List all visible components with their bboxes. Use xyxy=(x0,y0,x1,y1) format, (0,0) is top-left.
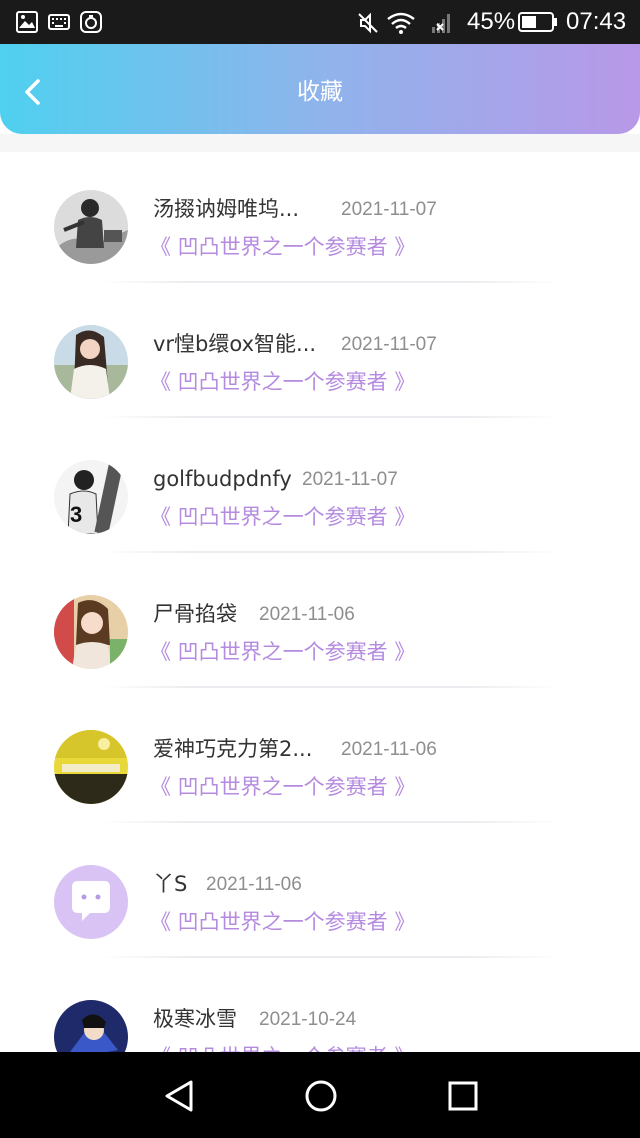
wifi-icon xyxy=(387,12,415,34)
list-item[interactable]: 爱神巧克力第2... 2021-11-06 《 凹凸世界之一个参赛者 》 xyxy=(0,692,640,827)
divider xyxy=(100,281,560,283)
divider xyxy=(100,956,560,958)
work-title[interactable]: 《 凹凸世界之一个参赛者 》 xyxy=(150,639,415,665)
favorite-date: 2021-11-07 xyxy=(341,334,437,355)
work-title[interactable]: 《 凹凸世界之一个参赛者 》 xyxy=(150,504,415,530)
back-triangle-icon[interactable] xyxy=(157,1074,201,1118)
chat-bubble-icon xyxy=(54,865,128,939)
favorite-date: 2021-11-07 xyxy=(302,469,398,490)
work-title[interactable]: 《 凹凸世界之一个参赛者 》 xyxy=(150,909,415,935)
list-item[interactable]: vr惶b缳ox智能... 2021-11-07 《 凹凸世界之一个参赛者 》 xyxy=(0,287,640,422)
list-item[interactable]: 尸骨掐袋 2021-11-06 《 凹凸世界之一个参赛者 》 xyxy=(0,557,640,692)
header-gap xyxy=(0,134,640,152)
divider xyxy=(100,821,560,823)
list-item[interactable]: 丫S 2021-11-06 《 凹凸世界之一个参赛者 》 xyxy=(0,827,640,962)
mute-icon xyxy=(358,12,378,34)
divider xyxy=(100,416,560,418)
divider xyxy=(100,551,560,553)
image-icon xyxy=(16,11,38,33)
favorite-date: 2021-11-06 xyxy=(341,739,437,760)
user-name: vr惶b缳ox智能... xyxy=(153,332,317,356)
avatar xyxy=(54,595,128,669)
user-name: 汤掇讷姆唯坞... xyxy=(153,197,300,221)
user-name: golfbudpdnfy xyxy=(153,467,292,491)
user-name: 尸骨掐袋 xyxy=(153,602,237,626)
work-title[interactable]: 《 凹凸世界之一个参赛者 》 xyxy=(150,774,415,800)
system-nav-bar xyxy=(0,1052,640,1138)
list-item[interactable]: 极寒冰雪 2021-10-24 《 凹凸世界之一个参赛者 》 xyxy=(0,962,640,1052)
divider xyxy=(100,686,560,688)
work-title[interactable]: 《 凹凸世界之一个参赛者 》 xyxy=(150,234,415,260)
no-signal-icon xyxy=(432,14,450,33)
svg-text:3: 3 xyxy=(70,502,82,527)
app-notification-icon xyxy=(80,11,102,33)
battery-icon xyxy=(518,12,557,32)
recents-square-icon[interactable] xyxy=(441,1074,485,1118)
page-title: 收藏 xyxy=(297,79,343,105)
list-item[interactable]: 汤掇讷姆唯坞... 2021-11-07 《 凹凸世界之一个参赛者 》 xyxy=(0,152,640,287)
user-name: 爱神巧克力第2... xyxy=(153,737,313,761)
list-item[interactable]: 3 golfbudpdnfy 2021-11-07 《 凹凸世界之一个参赛者 》 xyxy=(0,422,640,557)
avatar xyxy=(54,325,128,399)
clock-time: 07:43 xyxy=(566,8,627,35)
header-bar: 收藏 xyxy=(0,44,640,134)
avatar xyxy=(54,1000,128,1052)
favorite-date: 2021-11-06 xyxy=(206,874,302,895)
user-name: 极寒冰雪 xyxy=(153,1007,237,1031)
avatar xyxy=(54,730,128,804)
avatar xyxy=(54,190,128,264)
battery-percent: 45% xyxy=(467,8,516,35)
favorite-date: 2021-11-06 xyxy=(259,604,355,625)
status-bar: 45% 07:43 xyxy=(0,0,640,44)
favorite-date: 2021-11-07 xyxy=(341,199,437,220)
avatar: 3 xyxy=(54,460,128,534)
favorite-date: 2021-10-24 xyxy=(259,1009,357,1030)
work-title[interactable]: 《 凹凸世界之一个参赛者 》 xyxy=(150,1044,415,1052)
work-title[interactable]: 《 凹凸世界之一个参赛者 》 xyxy=(150,369,415,395)
home-circle-icon[interactable] xyxy=(299,1074,343,1118)
user-name: 丫S xyxy=(153,872,188,896)
favorites-list: 汤掇讷姆唯坞... 2021-11-07 《 凹凸世界之一个参赛者 》 vr惶b… xyxy=(0,152,640,1052)
keyboard-icon xyxy=(48,14,70,30)
